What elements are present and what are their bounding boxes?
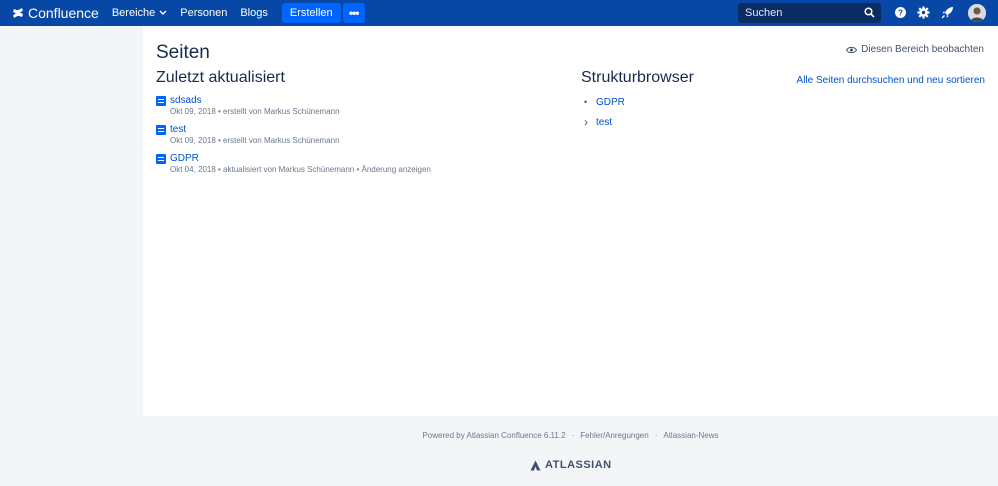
tree-link[interactable]: GDPR bbox=[596, 97, 625, 108]
list-item: sdsads Okt 09, 2018 • erstellt von Marku… bbox=[156, 94, 431, 117]
nav-bereiche-label: Bereiche bbox=[111, 7, 156, 19]
eye-icon bbox=[846, 46, 858, 53]
notifications-rocket-icon[interactable] bbox=[941, 6, 954, 19]
footer-separator: · bbox=[654, 431, 658, 440]
page-tree: • GDPR › test bbox=[584, 96, 625, 136]
main-content: Seiten Diesen Bereich beobachten Zuletzt… bbox=[143, 26, 998, 416]
tree-item-gdpr: • GDPR bbox=[584, 96, 625, 108]
avatar-image-icon bbox=[968, 4, 986, 22]
watch-space-button[interactable]: Diesen Bereich beobachten bbox=[846, 44, 984, 55]
footer-links: Powered by Atlassian Confluence 6.11.2 · F… bbox=[143, 431, 998, 440]
tree-item-test: › test bbox=[584, 115, 625, 129]
recent-page-meta: Okt 09, 2018 • erstellt von Markus Schün… bbox=[170, 136, 340, 145]
create-button[interactable]: Erstellen bbox=[281, 3, 341, 23]
recent-heading: Zuletzt aktualisiert bbox=[156, 69, 285, 86]
tree-bullet: • bbox=[584, 97, 588, 107]
expand-chevron-icon[interactable]: › bbox=[584, 115, 596, 129]
nav-personen[interactable]: Personen bbox=[180, 7, 227, 19]
user-avatar[interactable] bbox=[968, 4, 986, 22]
atlassian-logo-icon bbox=[530, 460, 541, 470]
nav-personen-label: Personen bbox=[180, 7, 228, 19]
top-navigation-bar: Confluence Bereiche Personen Blogs Erste… bbox=[0, 0, 998, 26]
page-title: Seiten bbox=[156, 42, 210, 63]
recent-page-link[interactable]: test bbox=[170, 123, 340, 136]
recent-page-meta: Okt 09, 2018 • erstellt von Markus Schün… bbox=[170, 107, 340, 116]
help-icon[interactable]: ? bbox=[894, 6, 907, 19]
footer: Powered by Atlassian Confluence 6.11.2 · F… bbox=[143, 416, 998, 486]
chevron-down-icon bbox=[159, 10, 167, 15]
page-icon bbox=[156, 154, 166, 164]
feedback-link[interactable]: Fehler/Anregungen bbox=[580, 431, 649, 440]
recent-page-meta: Okt 04, 2018 • aktualisiert von Markus S… bbox=[170, 165, 431, 174]
confluence-logo[interactable]: Confluence bbox=[12, 5, 99, 21]
nav-blogs[interactable]: Blogs bbox=[240, 7, 268, 19]
create-more-button[interactable]: ••• bbox=[342, 3, 365, 23]
recent-page-link[interactable]: GDPR bbox=[170, 152, 431, 165]
powered-by-link[interactable]: Powered by Atlassian Confluence 6.11.2 bbox=[422, 431, 565, 440]
gear-icon[interactable] bbox=[917, 6, 930, 19]
footer-separator: · bbox=[571, 431, 575, 440]
logo-text: Confluence bbox=[28, 5, 99, 21]
nav-blogs-label: Blogs bbox=[240, 7, 268, 19]
recent-page-link[interactable]: sdsads bbox=[170, 94, 340, 107]
watch-label: Diesen Bereich beobachten bbox=[861, 44, 984, 55]
page-icon bbox=[156, 125, 166, 135]
tree-heading: Strukturbrowser bbox=[581, 69, 694, 86]
nav-bereiche[interactable]: Bereiche bbox=[112, 7, 167, 19]
atlassian-wordmark: ATLASSIAN bbox=[545, 459, 612, 471]
page-icon bbox=[156, 96, 166, 106]
list-item: test Okt 09, 2018 • erstellt von Markus … bbox=[156, 123, 431, 146]
news-link[interactable]: Atlassian-News bbox=[663, 431, 718, 440]
browse-all-pages-link[interactable]: Alle Seiten durchsuchen und neu sortiere… bbox=[797, 75, 985, 86]
search-box[interactable] bbox=[738, 3, 881, 23]
search-input[interactable] bbox=[745, 7, 855, 19]
confluence-logo-icon bbox=[13, 8, 23, 18]
atlassian-logo[interactable]: ATLASSIAN bbox=[530, 459, 612, 471]
tree-link[interactable]: test bbox=[596, 117, 612, 128]
list-item: GDPR Okt 04, 2018 • aktualisiert von Mar… bbox=[156, 152, 431, 175]
svg-text:?: ? bbox=[898, 9, 903, 18]
space-sidebar bbox=[0, 26, 143, 486]
search-icon[interactable] bbox=[864, 7, 875, 18]
recent-list: sdsads Okt 09, 2018 • erstellt von Marku… bbox=[156, 94, 431, 181]
